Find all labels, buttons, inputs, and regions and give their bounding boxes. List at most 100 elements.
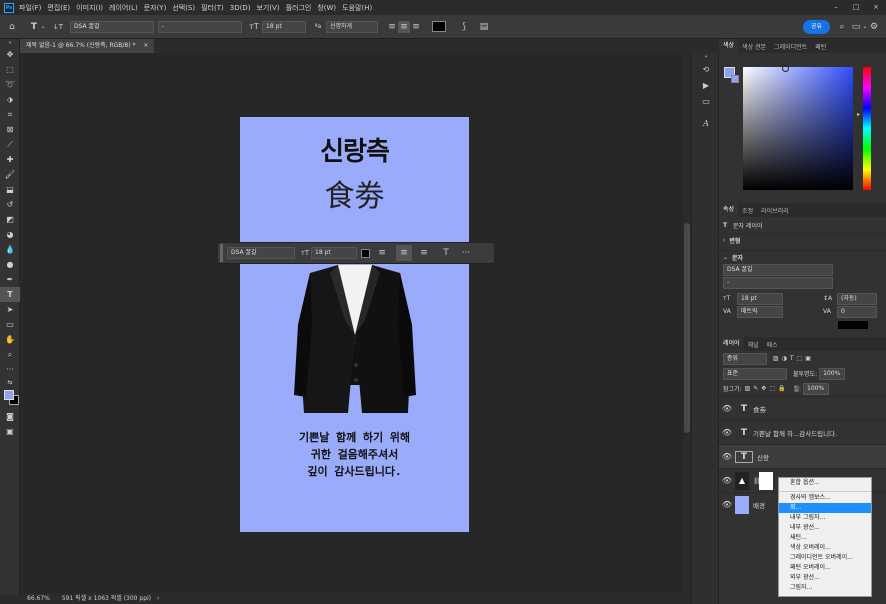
tab-gradients[interactable]: 그레이디언트 <box>770 42 811 51</box>
panel-collapse-icon[interactable]: » <box>0 39 20 47</box>
maximize-icon[interactable]: □ <box>846 0 866 15</box>
menu-item-stroke[interactable]: 획... <box>779 503 871 513</box>
filter-type-icon[interactable]: T <box>790 355 794 362</box>
search-icon[interactable]: ⌕ <box>836 21 848 33</box>
menu-3d[interactable]: 3D(D) <box>230 4 251 12</box>
expand-panels-icon[interactable]: « <box>692 53 720 61</box>
tab-adjustments[interactable]: 조정 <box>738 206 757 215</box>
char-tracking-select[interactable]: 0 <box>837 305 877 318</box>
pen-tool-icon[interactable]: ✒ <box>0 272 20 287</box>
menu-type[interactable]: 문자(Y) <box>144 3 167 13</box>
menu-image[interactable]: 이미지(I) <box>76 3 103 13</box>
lock-pixels-icon[interactable]: ▨ <box>745 385 751 392</box>
filter-adjust-icon[interactable]: ◑ <box>782 355 787 362</box>
hand-tool-icon[interactable]: ✋ <box>0 332 20 347</box>
menu-item-pattern-overlay[interactable]: 패턴 오버레이... <box>779 563 871 573</box>
eyedropper-tool-icon[interactable]: ⟋ <box>0 137 20 152</box>
menu-layer[interactable]: 레이어(L) <box>109 3 138 13</box>
history-panel-icon[interactable]: ⟲ <box>692 61 720 77</box>
lock-paint-icon[interactable]: ✎ <box>753 385 758 392</box>
saturation-field[interactable] <box>743 67 853 190</box>
vertical-scrollbar[interactable] <box>683 53 691 593</box>
chevron-down-icon[interactable]: ⌄ <box>40 21 46 33</box>
hue-slider-handle[interactable]: ▸ <box>857 111 860 118</box>
lasso-tool-icon[interactable]: ➰ <box>0 77 20 92</box>
zoom-tool-icon[interactable]: ⌕ <box>0 347 20 362</box>
hue-slider[interactable] <box>863 67 871 190</box>
tab-properties[interactable]: 속성 <box>719 203 739 217</box>
close-window-icon[interactable]: × <box>866 0 886 15</box>
char-font-select[interactable]: DSA 꿀갈 <box>723 263 833 276</box>
quick-mask-icon[interactable]: ◙ <box>0 409 20 424</box>
font-size-select[interactable]: 18 pt <box>262 20 306 33</box>
filter-shape-icon[interactable]: ⬚ <box>797 355 803 362</box>
char-leading-select[interactable]: (자동) <box>837 292 877 305</box>
menu-view[interactable]: 보기(V) <box>256 3 279 13</box>
char-size-select[interactable]: 18 pt <box>737 292 783 305</box>
suit-jacket-image[interactable] <box>290 265 420 413</box>
bucket-tool-icon[interactable]: ◕ <box>0 227 20 242</box>
visibility-eye-icon[interactable]: 👁 <box>719 452 735 461</box>
lock-move-icon[interactable]: ✥ <box>761 385 766 392</box>
rectangle-tool-icon[interactable]: ▭ <box>0 317 20 332</box>
blend-mode-select[interactable]: 표준 <box>723 367 787 380</box>
workspace-icon[interactable]: ▭ <box>850 21 862 33</box>
transform-section[interactable]: › 변형 <box>719 233 886 246</box>
eraser-tool-icon[interactable]: ◩ <box>0 212 20 227</box>
menu-filter[interactable]: 필터(T) <box>201 3 224 13</box>
more-tools-icon[interactable]: ··· <box>0 362 20 377</box>
brand-text[interactable]: 신랑측 <box>240 131 469 168</box>
menu-item-outer-glow[interactable]: 외부 광선... <box>779 573 871 583</box>
align-center-icon[interactable]: ≡ <box>398 20 410 33</box>
menu-select[interactable]: 선택(S) <box>172 3 195 13</box>
menu-item-inner-glow[interactable]: 내부 광선... <box>779 523 871 533</box>
ctx-align-center-icon[interactable]: ≡ <box>396 245 412 261</box>
menu-item-satin[interactable]: 새틴... <box>779 533 871 543</box>
visibility-eye-icon[interactable]: 👁 <box>719 500 735 509</box>
marquee-tool-icon[interactable]: ⬚ <box>0 62 20 77</box>
visibility-eye-icon[interactable]: 👁 <box>719 404 735 413</box>
drag-handle[interactable] <box>220 244 223 262</box>
screen-mode-icon[interactable]: ▣ <box>0 424 20 439</box>
tab-channels[interactable]: 채널 <box>744 340 763 349</box>
antialias-select[interactable]: 선명하게 <box>326 20 378 33</box>
lock-artboard-icon[interactable]: ⬚ <box>769 385 775 392</box>
healing-brush-tool-icon[interactable]: ✚ <box>0 152 20 167</box>
warp-text-icon[interactable]: ⟆ <box>458 21 470 33</box>
character-panel-icon[interactable]: ▤ <box>478 21 490 33</box>
character-section[interactable]: ⌄ 문자 <box>719 250 886 263</box>
minimize-icon[interactable]: – <box>826 0 846 15</box>
brush-tool-icon[interactable]: 🖌 <box>0 167 20 182</box>
opacity-value[interactable]: 100% <box>819 367 846 380</box>
zoom-level[interactable]: 66.67% <box>27 595 50 602</box>
swap-colors-icon[interactable]: ⇆ <box>0 377 20 387</box>
tab-close-icon[interactable]: × <box>143 42 148 49</box>
type-tool-icon[interactable]: T <box>0 287 20 302</box>
menu-item-bevel-emboss[interactable]: 경사와 엠보스... <box>779 493 871 503</box>
menu-help[interactable]: 도움말(H) <box>342 3 372 13</box>
layer-name[interactable]: 신랑 <box>757 452 769 462</box>
font-family-select[interactable]: DSA 꿀갈 <box>70 20 154 33</box>
quick-select-tool-icon[interactable]: ⬗ <box>0 92 20 107</box>
vertical-scroll-thumb[interactable] <box>684 223 690 433</box>
ctx-font-select[interactable]: DSA 꿀갈 <box>227 247 295 259</box>
ctx-font-size-select[interactable]: 18 pt <box>311 247 357 259</box>
frame-tool-icon[interactable]: ⊠ <box>0 122 20 137</box>
move-tool-icon[interactable]: ✥ <box>0 47 20 62</box>
history-brush-tool-icon[interactable]: ↺ <box>0 197 20 212</box>
menu-item-blending-options[interactable]: 혼합 옵션... <box>779 478 871 488</box>
actions-panel-icon[interactable]: ▶ <box>692 77 720 93</box>
ctx-align-right-icon[interactable]: ≡ <box>418 247 430 259</box>
layer-name[interactable]: 食劵 <box>753 404 766 414</box>
text-color-swatch[interactable] <box>432 21 446 32</box>
tab-patterns[interactable]: 패턴 <box>811 42 830 51</box>
char-style-select[interactable]: - <box>723 276 833 289</box>
thanks-message[interactable]: 기쁜날 함께 하기 위해 귀한 걸음해주셔서 깊이 감사드립니다. <box>240 429 469 480</box>
dodge-tool-icon[interactable]: ● <box>0 257 20 272</box>
glyphs-panel-icon[interactable]: A <box>692 115 720 131</box>
menu-item-inner-shadow[interactable]: 내부 그림자... <box>779 513 871 523</box>
stamp-tool-icon[interactable]: ⬓ <box>0 182 20 197</box>
path-select-tool-icon[interactable]: ➤ <box>0 302 20 317</box>
orientation-toggle-icon[interactable]: ↓T <box>52 21 64 33</box>
blur-tool-icon[interactable]: 💧 <box>0 242 20 257</box>
